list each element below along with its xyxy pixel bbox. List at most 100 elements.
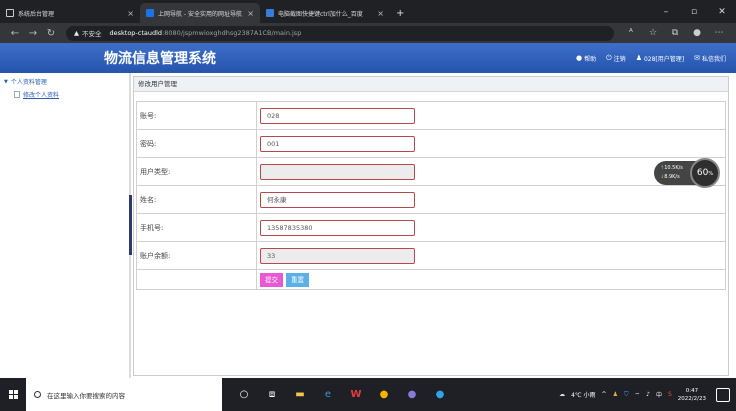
clock[interactable]: 0:47 2022/2/23 — [678, 387, 706, 403]
tab-title: 上网导航 - 安全实用的网址导航 — [158, 10, 242, 18]
url-host: desktop-ctaudld — [109, 29, 163, 37]
form-row-name: 姓名: 何永康 — [136, 185, 726, 214]
tab-close-icon[interactable]: × — [247, 9, 254, 18]
tab-title: 系统后台管理 — [18, 10, 55, 18]
reset-button[interactable]: 重置 — [286, 272, 309, 287]
app-icon[interactable]: ● — [370, 389, 398, 400]
file-explorer-icon[interactable]: ▬ — [286, 389, 314, 400]
mail-icon: ✉ — [694, 54, 700, 62]
task-view-icon[interactable]: ⧈ — [258, 389, 286, 400]
back-icon[interactable]: ← — [6, 28, 24, 39]
sidebar-item-label: 修改个人资料 — [23, 92, 60, 99]
security-label[interactable]: 不安全 — [82, 28, 102, 38]
tray-app-icon[interactable]: ♟ — [613, 391, 618, 398]
phone-label: 手机号: — [136, 213, 257, 242]
taskbar-apps: ○ ⧈ ▬ e W ● ● ● — [230, 389, 454, 400]
system-tray: ☁ 4℃ 小雨 ^ ♟ ⛉ ⌔ ♪ 中 S 0:47 2022/2/23 — [559, 387, 730, 403]
sidebar-item-edit-profile[interactable]: 修改个人资料 — [14, 90, 125, 99]
search-icon — [34, 391, 41, 398]
cortana-icon[interactable]: ○ — [230, 389, 258, 400]
tray-expand-icon[interactable]: ^ — [602, 391, 607, 398]
taskbar: 在这里输入你要搜索的内容 ○ ⧈ ▬ e W ● ● ● ☁ 4℃ 小雨 ^ ♟… — [0, 378, 736, 411]
url-field[interactable]: ▲ 不安全 desktop-ctaudld :8080/jspmwioxghdh… — [66, 25, 614, 41]
usage-unit: % — [708, 171, 714, 177]
date: 2022/2/23 — [677, 395, 706, 402]
start-button[interactable] — [0, 378, 26, 411]
more-icon[interactable]: ⋯ — [708, 28, 730, 38]
message-link[interactable]: ✉ 私信我们 — [694, 54, 726, 63]
edge-icon[interactable]: e — [314, 389, 342, 400]
name-input[interactable]: 何永康 — [260, 191, 415, 208]
app-icon[interactable]: ● — [398, 389, 426, 400]
help-icon: ● — [576, 54, 583, 62]
download-speed: ↓8.9K/s — [660, 174, 680, 180]
reload-icon[interactable]: ↻ — [42, 28, 60, 39]
volume-icon[interactable]: ♪ — [646, 391, 650, 398]
shield-icon[interactable]: ⛉ — [624, 391, 629, 399]
forward-icon[interactable]: → — [24, 28, 42, 39]
frame-splitter[interactable] — [129, 195, 132, 255]
user-type-label: 用户类型: — [136, 157, 257, 186]
network-icon[interactable]: ⌔ — [634, 391, 640, 399]
form-row-buttons: 提交 重置 — [136, 269, 726, 290]
password-label: 密码: — [136, 129, 257, 158]
reader-icon[interactable]: ᴬ — [620, 28, 642, 38]
upload-speed: ↑10.5K/s — [660, 165, 683, 171]
help-link[interactable]: ● 帮助 — [576, 54, 596, 63]
document-icon — [14, 91, 20, 98]
tab-close-icon[interactable]: × — [377, 9, 384, 18]
logout-link[interactable]: ⏻ 注销 — [606, 54, 626, 63]
download-unit: K/s — [672, 174, 680, 180]
input-method[interactable]: 中 — [656, 390, 662, 399]
form-row-phone: 手机号: 13587835380 — [136, 213, 726, 242]
user-icon: ♟ — [635, 54, 642, 62]
address-bar: ← → ↻ ▲ 不安全 desktop-ctaudld :8080/jspmwi… — [0, 23, 736, 43]
url-path: :8080/jspmwioxghdhsg2387A1CB/main.jsp — [162, 29, 302, 37]
browser-tab[interactable]: 电脑截图快捷键ctrl加什么_百度 × — [260, 3, 390, 23]
phone-input[interactable]: 13587835380 — [260, 219, 415, 236]
minimize-icon[interactable]: – — [652, 7, 680, 17]
close-icon[interactable]: ✕ — [708, 7, 736, 17]
browser-tab[interactable]: 上网导航 - 安全实用的网址导航 × — [140, 3, 260, 23]
name-label: 姓名: — [136, 185, 257, 214]
wps-icon[interactable]: W — [342, 389, 370, 400]
breadcrumb: 修改用户管理 — [134, 77, 728, 92]
new-tab-button[interactable]: + — [390, 3, 410, 23]
user-label: 028[用户管理] — [643, 55, 685, 63]
windows-icon — [8, 390, 18, 399]
caret-down-icon: ▼ — [4, 78, 8, 85]
form-row-balance: 账户余额: 33 — [136, 241, 726, 270]
form-row-password: 密码: 001 — [136, 129, 726, 158]
collections-icon[interactable]: ⧉ — [664, 28, 686, 38]
upload-value: 10.5 — [664, 165, 676, 171]
notification-icon[interactable] — [716, 387, 730, 402]
profile-icon[interactable]: ● — [686, 28, 708, 38]
tab-title: 电脑截图快捷键ctrl加什么_百度 — [278, 10, 363, 18]
header-links: ● 帮助 ⏻ 注销 ♟ 028[用户管理] ✉ 私信我们 — [576, 54, 726, 63]
logout-label: 注销 — [613, 55, 626, 63]
browser-app-icon[interactable]: ● — [426, 389, 454, 400]
app-title: 物流信息管理系统 — [104, 51, 216, 67]
main-content: 修改用户管理 账号: 028 密码: 001 用户类型: 姓名: 何永康 手机号… — [133, 76, 729, 376]
sidebar-group-profile[interactable]: ▼ 个人资料管理 — [4, 77, 125, 87]
usage-percent: 60 — [696, 168, 709, 178]
favorites-icon[interactable]: ☆ — [642, 28, 664, 38]
password-input[interactable]: 001 — [260, 135, 415, 152]
warning-icon: ▲ — [74, 29, 79, 37]
search-placeholder: 在这里输入你要搜索的内容 — [47, 391, 125, 400]
browser-tab[interactable]: 系统后台管理 × — [0, 3, 140, 23]
tab-close-icon[interactable]: × — [127, 9, 134, 18]
sidebar: ▼ 个人资料管理 修改个人资料 — [0, 73, 131, 378]
sogou-icon[interactable]: S — [668, 391, 672, 398]
network-speed-widget[interactable]: ↑10.5K/s ↓8.9K/s 60% — [654, 158, 720, 188]
screen: 系统后台管理 × 上网导航 - 安全实用的网址导航 × 电脑截图快捷键ctrl加… — [0, 0, 736, 411]
weather-text[interactable]: 4℃ 小雨 — [571, 390, 595, 399]
restore-icon[interactable]: ▫ — [680, 7, 708, 17]
taskbar-search[interactable]: 在这里输入你要搜索的内容 — [26, 378, 222, 411]
page-icon — [6, 9, 14, 17]
account-input[interactable]: 028 — [260, 107, 415, 124]
edit-user-form: 账号: 028 密码: 001 用户类型: 姓名: 何永康 手机号: 13587… — [136, 101, 726, 290]
user-link[interactable]: ♟ 028[用户管理] — [636, 54, 684, 63]
user-type-input — [260, 163, 415, 180]
submit-button[interactable]: 提交 — [260, 272, 283, 287]
